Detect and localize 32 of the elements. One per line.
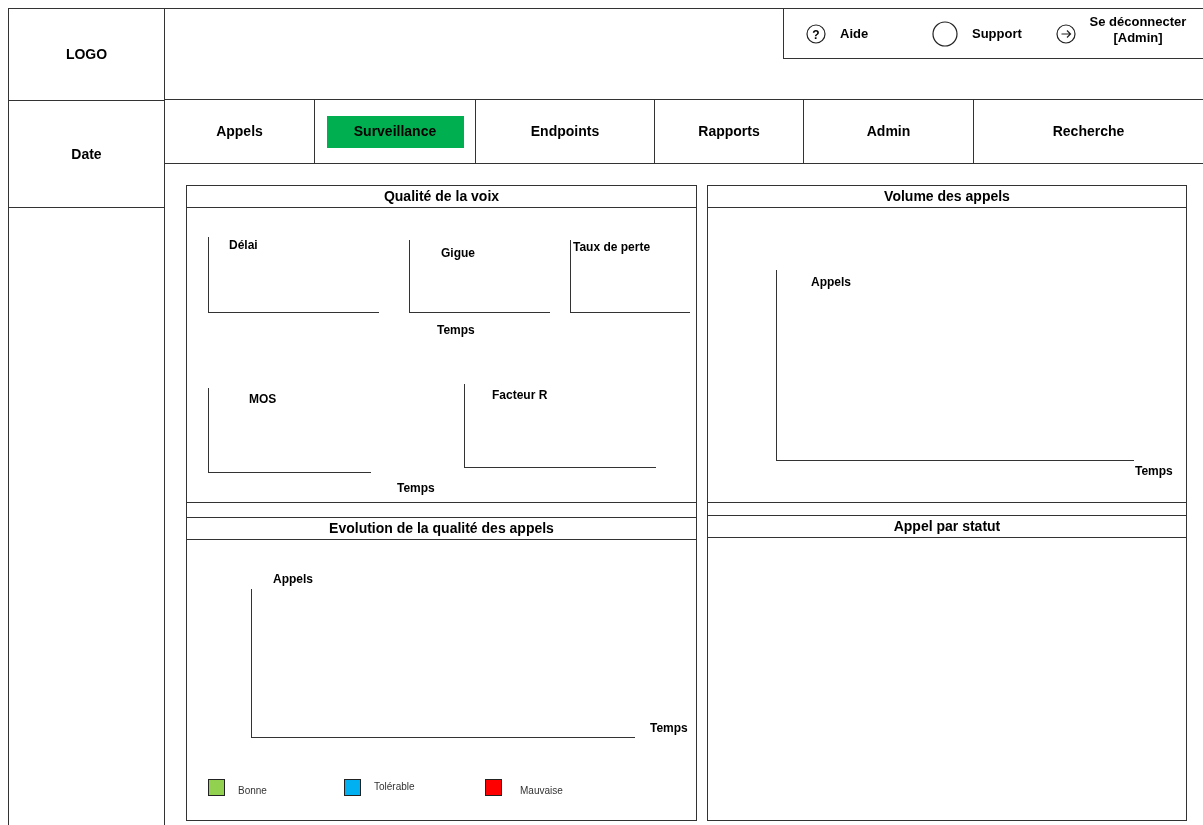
arrow-right-icon bbox=[1056, 23, 1076, 44]
axis-label: Appels bbox=[811, 274, 851, 291]
circle-icon bbox=[932, 20, 958, 47]
logout-link[interactable]: Se déconnecter [Admin] bbox=[1082, 13, 1194, 46]
axis-label: Taux de perte bbox=[573, 239, 651, 256]
logo-text: LOGO bbox=[65, 45, 108, 64]
panel-title: Qualité de la voix bbox=[187, 186, 696, 208]
tab[interactable]: Endpoints bbox=[530, 121, 600, 142]
panel-title: Volume des appels bbox=[708, 186, 1186, 208]
support-link[interactable]: Support bbox=[972, 25, 1022, 42]
tab[interactable]: Surveillance bbox=[326, 115, 464, 148]
axis-label: Temps bbox=[397, 480, 435, 497]
help-link[interactable]: Aide bbox=[840, 25, 869, 42]
panel-title: Evolution de la qualité des appels bbox=[187, 518, 696, 540]
axis-label: Temps bbox=[1135, 463, 1173, 480]
axis-label: MOS bbox=[249, 391, 277, 408]
tab[interactable]: Rapports bbox=[698, 121, 760, 142]
axis-label: Délai bbox=[229, 237, 258, 254]
tab[interactable]: Appels bbox=[216, 121, 263, 142]
axis-label: Appels bbox=[273, 571, 313, 588]
date-label: Date bbox=[71, 144, 102, 164]
tab[interactable]: Admin bbox=[866, 121, 911, 142]
legend-label: Bonne bbox=[238, 784, 267, 798]
axis-label: Facteur R bbox=[492, 387, 548, 404]
axis-label: Gigue bbox=[441, 245, 475, 262]
legend-label: Mauvaise bbox=[520, 784, 563, 798]
axis-label: Temps bbox=[650, 720, 688, 737]
panel-title: Appel par statut bbox=[708, 516, 1186, 538]
legend-label: Tolérable bbox=[374, 780, 415, 794]
axis-label: Temps bbox=[437, 322, 475, 339]
help-icon: ? bbox=[806, 23, 826, 44]
tab[interactable]: Recherche bbox=[1052, 121, 1125, 142]
